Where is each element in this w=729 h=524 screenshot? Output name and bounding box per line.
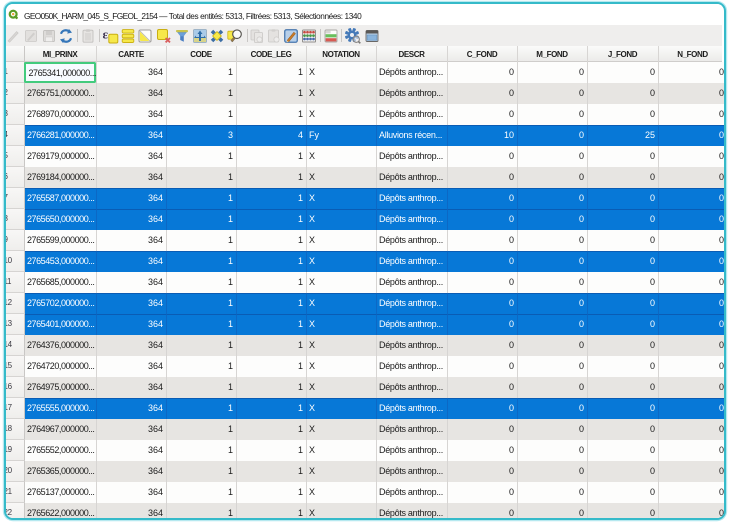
svg-text:ε: ε (103, 28, 109, 42)
